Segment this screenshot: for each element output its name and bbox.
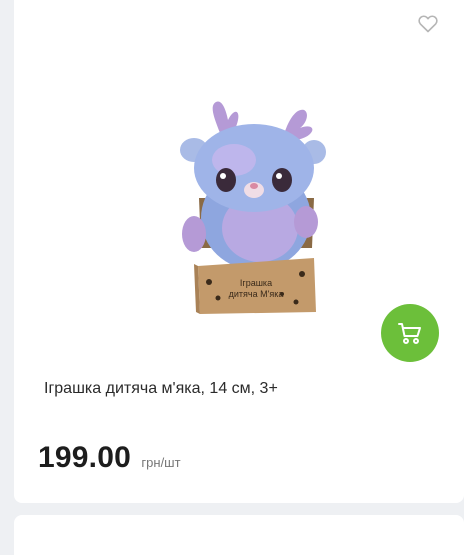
next-product-card[interactable] <box>14 515 464 555</box>
price-row: 199.00 грн/шт <box>38 441 181 475</box>
add-to-cart-button[interactable] <box>381 304 439 362</box>
product-price: 199.00 <box>38 441 131 474</box>
product-image[interactable]: Іграшка дитяча М'яка <box>164 98 329 318</box>
price-unit: грн/шт <box>141 455 181 470</box>
heart-outline-icon <box>418 15 438 33</box>
box-label-line-2: дитяча М'яка <box>229 289 284 299</box>
favorite-button[interactable] <box>416 11 440 35</box>
shopping-cart-icon <box>398 323 421 344</box>
product-title[interactable]: Іграшка дитяча м'яка, 14 см, 3+ <box>44 379 434 399</box>
product-card[interactable]: Іграшка дитяча М'яка Іграшка дитяча м'як… <box>14 0 464 503</box>
box-label-line-1: Іграшка <box>240 278 272 288</box>
